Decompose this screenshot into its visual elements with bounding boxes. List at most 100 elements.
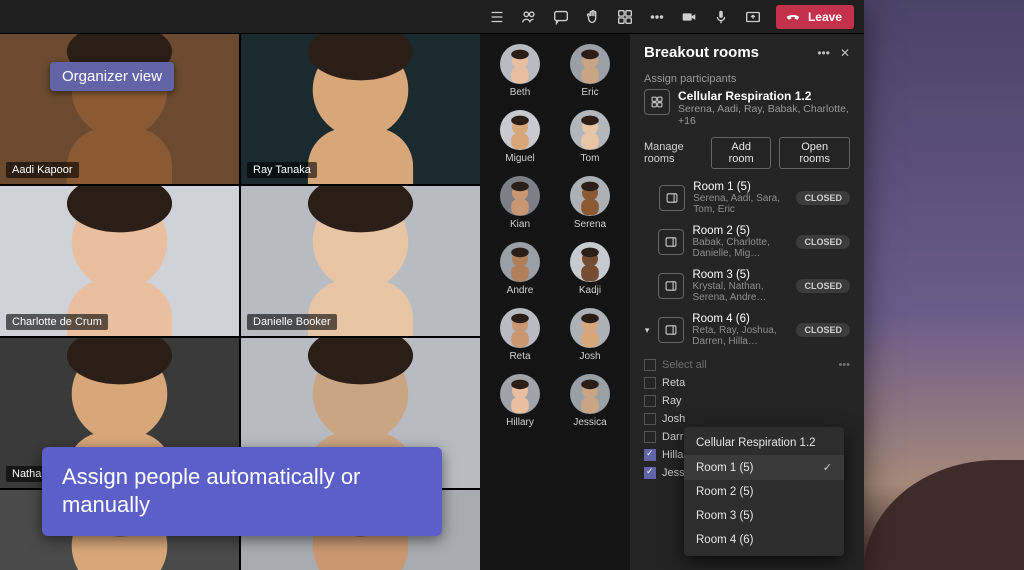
- room-status-badge: CLOSED: [796, 191, 850, 205]
- participant-checkbox[interactable]: [644, 467, 656, 479]
- meeting-title: Cellular Respiration 1.2: [678, 89, 850, 103]
- people-icon[interactable]: [520, 8, 538, 26]
- panel-more-icon[interactable]: •••: [817, 46, 830, 60]
- roster-name: Beth: [510, 87, 531, 98]
- roster-item[interactable]: Kadji: [556, 242, 624, 304]
- leave-button[interactable]: Leave: [776, 5, 854, 29]
- video-tile[interactable]: Ray Tanaka: [241, 34, 480, 184]
- menu-item[interactable]: Room 4 (6): [684, 528, 844, 552]
- roster-name: Serena: [574, 219, 606, 230]
- video-tile[interactable]: Danielle Booker: [241, 186, 480, 336]
- room-row[interactable]: Room 2 (5)Babak, Charlotte, Danielle, Mi…: [644, 221, 850, 263]
- roster-name: Hillary: [506, 417, 534, 428]
- menu-item[interactable]: Room 2 (5): [684, 480, 844, 504]
- participant-item[interactable]: Ray: [644, 393, 850, 409]
- info-caption: Assign people automatically or manually: [42, 447, 442, 536]
- participant-roster: Beth Eric Miguel Tom Kian Serena Andre K…: [480, 34, 630, 570]
- roster-name: Jessica: [573, 417, 606, 428]
- avatar: [500, 110, 540, 150]
- room-subtitle: Babak, Charlotte, Danielle, Mig…: [692, 237, 788, 259]
- roster-item[interactable]: Jessica: [556, 374, 624, 436]
- menu-item[interactable]: Room 3 (5): [684, 504, 844, 528]
- avatar: [500, 242, 540, 282]
- chevron-icon[interactable]: ▾: [644, 325, 650, 336]
- roster-item[interactable]: Reta: [486, 308, 554, 370]
- participant-name: Josh: [662, 413, 685, 425]
- video-gallery: Aadi Kapoor Ray Tanaka Charlotte de Crum…: [0, 34, 480, 570]
- participant-checkbox[interactable]: [644, 413, 656, 425]
- mic-icon[interactable]: [712, 8, 730, 26]
- roster-name: Tom: [581, 153, 600, 164]
- roster-item[interactable]: Kian: [486, 176, 554, 238]
- organizer-view-badge: Organizer view: [50, 62, 174, 91]
- meeting-row[interactable]: Cellular Respiration 1.2 Serena, Aadi, R…: [644, 89, 850, 127]
- select-all-row[interactable]: Select all •••: [644, 359, 850, 371]
- open-rooms-button[interactable]: Open rooms: [779, 137, 850, 169]
- participant-name: Hilla: [662, 449, 683, 461]
- room-row[interactable]: Room 3 (5)Krystal, Nathan, Serena, Andre…: [644, 265, 850, 307]
- menu-item[interactable]: Cellular Respiration 1.2: [684, 431, 844, 455]
- breakout-rooms-panel: Breakout rooms ••• ✕ Assign participants…: [630, 34, 864, 570]
- avatar: [570, 242, 610, 282]
- room-title: Room 4 (6): [692, 313, 788, 325]
- roster-name: Eric: [581, 87, 598, 98]
- participant-checkbox[interactable]: [644, 395, 656, 407]
- participant-name: Ray: [662, 395, 682, 407]
- roster-item[interactable]: Josh: [556, 308, 624, 370]
- menu-item-label: Room 2 (5): [696, 486, 754, 498]
- more-actions-icon[interactable]: [648, 8, 666, 26]
- leave-label: Leave: [808, 10, 842, 24]
- room-row[interactable]: Room 1 (5)Serena, Aadi, Sara, Tom, Eric …: [644, 177, 850, 219]
- chat-icon[interactable]: [552, 8, 570, 26]
- roster-item[interactable]: Beth: [486, 44, 554, 106]
- roster-item[interactable]: Eric: [556, 44, 624, 106]
- participant-item[interactable]: Reta: [644, 375, 850, 391]
- manage-rooms-label: Manage rooms: [644, 141, 703, 165]
- participant-nametag: Aadi Kapoor: [6, 162, 79, 178]
- participant-checkbox[interactable]: [644, 449, 656, 461]
- participant-nametag: Ray Tanaka: [247, 162, 317, 178]
- share-screen-icon[interactable]: [744, 8, 762, 26]
- roster-name: Reta: [509, 351, 530, 362]
- list-view-icon[interactable]: [488, 8, 506, 26]
- room-icon: [658, 317, 684, 343]
- participant-item[interactable]: Josh: [644, 411, 850, 427]
- participant-name: Reta: [662, 377, 685, 389]
- camera-icon[interactable]: [680, 8, 698, 26]
- room-status-badge: CLOSED: [796, 323, 850, 337]
- add-room-button[interactable]: Add room: [711, 137, 771, 169]
- roster-item[interactable]: Andre: [486, 242, 554, 304]
- select-all-more-icon[interactable]: •••: [838, 359, 850, 371]
- room-title: Room 1 (5): [693, 181, 788, 193]
- room-subtitle: Serena, Aadi, Sara, Tom, Eric: [693, 193, 788, 215]
- participant-name: Darr: [662, 431, 683, 443]
- breakout-rooms-icon[interactable]: [616, 8, 634, 26]
- close-icon[interactable]: ✕: [840, 46, 850, 60]
- room-icon: [658, 229, 684, 255]
- roster-item[interactable]: Miguel: [486, 110, 554, 172]
- roster-item[interactable]: Tom: [556, 110, 624, 172]
- menu-item[interactable]: Room 1 (5) ✓: [684, 455, 844, 480]
- roster-item[interactable]: Serena: [556, 176, 624, 238]
- roster-name: Miguel: [505, 153, 534, 164]
- avatar: [500, 44, 540, 84]
- room-subtitle: Reta, Ray, Joshua, Darren, Hilla…: [692, 325, 788, 347]
- roster-item[interactable]: Hillary: [486, 374, 554, 436]
- select-all-checkbox[interactable]: [644, 359, 656, 371]
- menu-item-label: Room 4 (6): [696, 534, 754, 546]
- room-row[interactable]: ▾ Room 4 (6)Reta, Ray, Joshua, Darren, H…: [644, 309, 850, 351]
- participant-nametag: Charlotte de Crum: [6, 314, 108, 330]
- menu-item-label: Room 1 (5): [696, 462, 754, 474]
- avatar: [500, 308, 540, 348]
- raise-hand-icon[interactable]: [584, 8, 602, 26]
- participant-checkbox[interactable]: [644, 431, 656, 443]
- room-subtitle: Krystal, Nathan, Serena, Andre…: [692, 281, 788, 303]
- check-icon: ✓: [823, 461, 832, 474]
- video-tile[interactable]: Charlotte de Crum: [0, 186, 239, 336]
- participant-checkbox[interactable]: [644, 377, 656, 389]
- avatar: [500, 374, 540, 414]
- avatar: [500, 176, 540, 216]
- video-tile[interactable]: Aadi Kapoor: [0, 34, 239, 184]
- panel-title: Breakout rooms: [644, 44, 759, 61]
- rooms-list: Room 1 (5)Serena, Aadi, Sara, Tom, Eric …: [644, 177, 850, 351]
